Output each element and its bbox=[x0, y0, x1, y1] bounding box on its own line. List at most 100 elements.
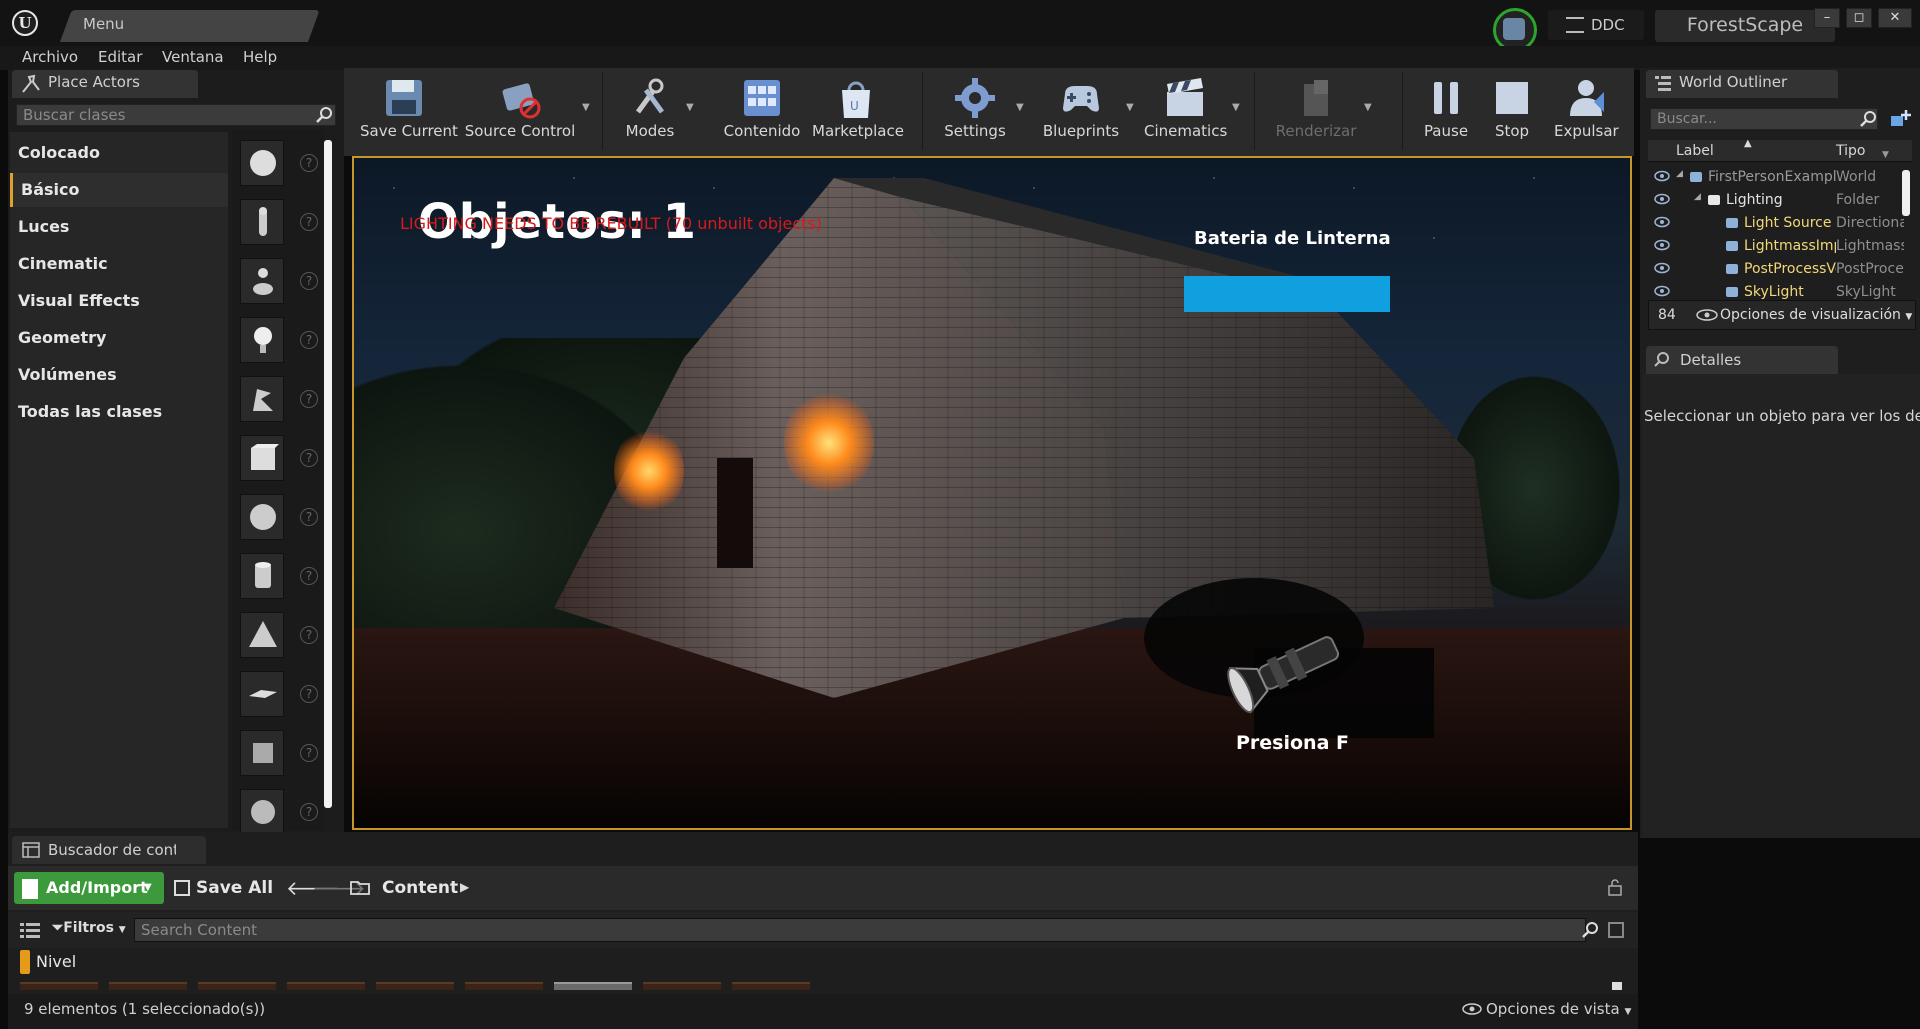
outliner-search-field[interactable] bbox=[1650, 108, 1878, 130]
category-item[interactable]: Colocado recientemente bbox=[10, 136, 228, 196]
outliner-col-label[interactable]: Label bbox=[1676, 143, 1714, 159]
level-collection-label[interactable]: Nivel bbox=[36, 952, 76, 971]
help-icon[interactable]: ? bbox=[300, 449, 318, 467]
outliner-scrollbar[interactable] bbox=[1902, 170, 1910, 216]
stop-button[interactable]: Stop bbox=[1488, 74, 1536, 152]
actor-tile[interactable] bbox=[240, 494, 284, 540]
outliner-row[interactable]: LightmassImportanceVolumeLightmassImport… bbox=[1648, 235, 1904, 258]
sources-panel-toggle-icon[interactable] bbox=[20, 922, 40, 938]
help-icon[interactable]: ? bbox=[300, 803, 318, 821]
actor-tile[interactable] bbox=[240, 376, 284, 422]
outliner-col-type[interactable]: Tipo bbox=[1836, 143, 1865, 159]
search-icon[interactable] bbox=[314, 105, 334, 125]
asset-tile[interactable] bbox=[554, 982, 632, 990]
outliner-row[interactable]: Light SourceDirectionalLight bbox=[1648, 212, 1904, 235]
actor-tile[interactable] bbox=[240, 140, 284, 186]
lock-icon[interactable] bbox=[1606, 878, 1624, 896]
search-content-field[interactable] bbox=[134, 918, 1586, 942]
chevron-down-icon[interactable]: ▼ bbox=[686, 102, 694, 113]
search-icon[interactable] bbox=[1580, 920, 1600, 940]
chevron-down-icon[interactable]: ▼ bbox=[1016, 102, 1024, 113]
modes-button[interactable]: Modes bbox=[620, 74, 680, 152]
category-item[interactable]: Volúmenes bbox=[10, 358, 228, 392]
outliner-view-options-button[interactable]: Opciones de visualización ▼ bbox=[1720, 307, 1912, 323]
asset-tile[interactable] bbox=[198, 982, 276, 990]
search-classes-field[interactable] bbox=[16, 104, 336, 126]
actor-tile[interactable] bbox=[240, 789, 284, 835]
asset-tile[interactable] bbox=[465, 982, 543, 990]
category-item[interactable]: Todas las clases bbox=[10, 395, 228, 429]
actor-tile[interactable] bbox=[240, 199, 284, 245]
chevron-down-icon[interactable]: ▼ bbox=[582, 102, 590, 113]
asset-scrollbar[interactable] bbox=[1612, 982, 1622, 990]
expulsar-button[interactable]: Expulsar bbox=[1554, 74, 1619, 152]
category-item[interactable]: Visual Effects bbox=[10, 284, 228, 318]
category-item[interactable]: Básico bbox=[10, 173, 228, 207]
menu-archivo[interactable]: Archivo bbox=[22, 48, 78, 66]
outliner-row[interactable]: ◢FirstPersonExampleMapWorld bbox=[1648, 166, 1904, 189]
actor-list-scrollbar[interactable] bbox=[324, 140, 332, 808]
help-icon[interactable]: ? bbox=[300, 508, 318, 526]
unreal-logo-icon[interactable]: U bbox=[12, 10, 38, 36]
actor-tile[interactable] bbox=[240, 553, 284, 599]
breadcrumb-arrow-icon[interactable]: ▶ bbox=[460, 880, 469, 894]
outliner-search-input[interactable] bbox=[1651, 109, 1851, 129]
save-all-button[interactable]: Save All bbox=[196, 878, 273, 898]
marketplace-button[interactable]: U Marketplace bbox=[812, 74, 904, 152]
category-item[interactable]: Cinematic bbox=[10, 247, 228, 281]
visibility-eye-icon[interactable] bbox=[1654, 193, 1670, 205]
help-icon[interactable]: ? bbox=[300, 685, 318, 703]
search-content-input[interactable] bbox=[135, 919, 1555, 941]
visibility-eye-icon[interactable] bbox=[1654, 216, 1670, 228]
save-current-button[interactable]: Save Current bbox=[360, 74, 458, 152]
maximize-button[interactable]: ◻ bbox=[1846, 8, 1872, 28]
help-icon[interactable]: ? bbox=[300, 626, 318, 644]
asset-tile[interactable] bbox=[20, 982, 98, 990]
menu-editar[interactable]: Editar bbox=[98, 48, 142, 66]
search-classes-input[interactable] bbox=[17, 105, 307, 125]
help-icon[interactable]: ? bbox=[300, 213, 318, 231]
source-control-button[interactable]: Source Control bbox=[464, 74, 576, 152]
save-search-icon[interactable] bbox=[1608, 922, 1624, 938]
asset-tile[interactable] bbox=[109, 982, 187, 990]
close-button[interactable]: ✕ bbox=[1878, 8, 1912, 28]
search-icon[interactable] bbox=[1858, 109, 1878, 129]
outliner-row[interactable]: PostProcessVolumePostProcessVolume bbox=[1648, 258, 1904, 281]
category-item[interactable]: Luces bbox=[10, 210, 228, 244]
help-icon[interactable]: ? bbox=[300, 390, 318, 408]
pause-button[interactable]: Pause bbox=[1420, 74, 1472, 152]
outliner-row[interactable]: ◢ Lighting Folder bbox=[1648, 189, 1904, 212]
visibility-eye-icon[interactable] bbox=[1654, 262, 1670, 274]
help-icon[interactable]: ? bbox=[300, 331, 318, 349]
chevron-down-icon[interactable]: ▼ bbox=[1126, 102, 1134, 113]
asset-tile[interactable] bbox=[732, 982, 810, 990]
help-icon[interactable]: ? bbox=[300, 154, 318, 172]
asset-tile[interactable] bbox=[287, 982, 365, 990]
actor-tile[interactable] bbox=[240, 435, 284, 481]
visibility-eye-icon[interactable] bbox=[1654, 170, 1670, 182]
visibility-eye-icon[interactable] bbox=[1654, 285, 1670, 297]
minimize-button[interactable]: – bbox=[1814, 8, 1840, 28]
asset-tile[interactable] bbox=[376, 982, 454, 990]
visibility-eye-icon[interactable] bbox=[1654, 239, 1670, 251]
cinematics-button[interactable]: Cinematics bbox=[1144, 74, 1227, 152]
category-item[interactable]: Geometry bbox=[10, 321, 228, 355]
chevron-down-icon[interactable]: ▼ bbox=[1364, 102, 1372, 113]
add-folder-icon[interactable] bbox=[1888, 108, 1912, 130]
blueprints-button[interactable]: Blueprints bbox=[1042, 74, 1120, 152]
chevron-down-icon[interactable]: ▼ bbox=[1232, 102, 1240, 113]
actor-tile[interactable] bbox=[240, 258, 284, 304]
actor-tile[interactable] bbox=[240, 671, 284, 717]
breadcrumb-content[interactable]: Content bbox=[382, 878, 458, 898]
help-icon[interactable]: ? bbox=[300, 272, 318, 290]
menu-help[interactable]: Help bbox=[243, 48, 277, 66]
help-icon[interactable]: ? bbox=[300, 744, 318, 762]
chevron-down-icon[interactable]: ▼ bbox=[1882, 150, 1889, 160]
actor-tile[interactable] bbox=[240, 612, 284, 658]
actor-tile[interactable] bbox=[240, 730, 284, 776]
asset-tile[interactable] bbox=[643, 982, 721, 990]
settings-button[interactable]: Settings bbox=[940, 74, 1010, 152]
contenido-button[interactable]: Contenido bbox=[722, 74, 802, 152]
level-viewport[interactable]: Objetos: 1 LIGHTING NEEDS TO BE REBUILT … bbox=[352, 156, 1632, 830]
tab-details[interactable] bbox=[1646, 346, 1838, 374]
